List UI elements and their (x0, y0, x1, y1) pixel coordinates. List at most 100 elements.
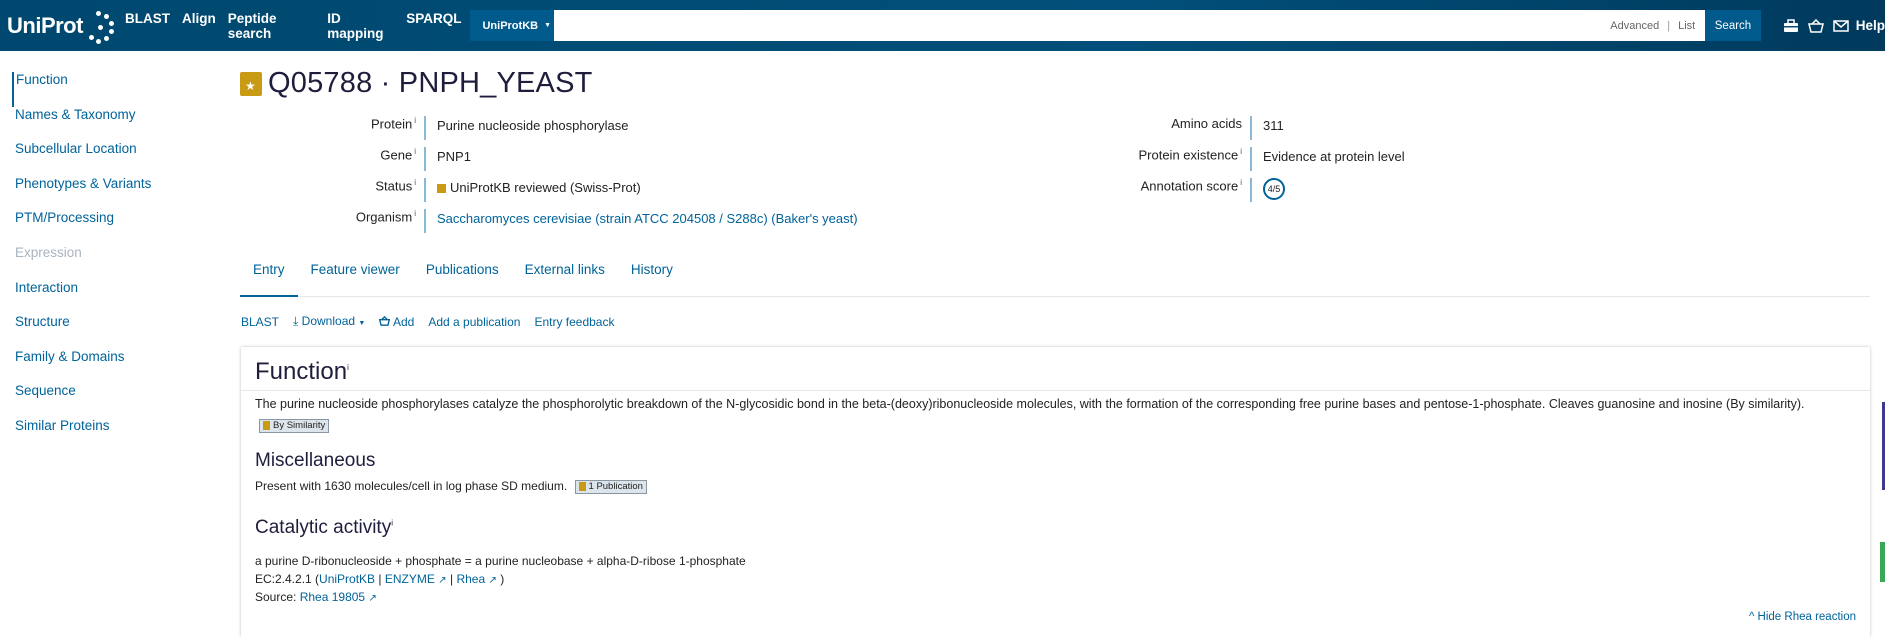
tab-external-links[interactable]: External links (512, 257, 618, 297)
sidebar-item-structure[interactable]: Structure (0, 314, 200, 349)
rhea-link[interactable]: Rhea ↗ (456, 572, 496, 586)
catalytic-activity-heading: Catalytic activityi (255, 517, 393, 538)
caret-down-icon: ▼ (544, 22, 552, 29)
divider: | (1667, 19, 1671, 32)
external-link-icon: ↗ (438, 575, 447, 586)
info-row-amino-acids: Amino acids 311 (1120, 116, 1405, 147)
entry-feedback-button[interactable]: Entry feedback (534, 315, 614, 329)
nav-align[interactable]: Align (182, 11, 216, 41)
advanced-search-link[interactable]: Advanced (1610, 20, 1659, 32)
bookmark-icon (263, 420, 270, 430)
help-widget-edge[interactable] (1880, 542, 1885, 582)
chevron-up-icon: ^ (1748, 611, 1755, 623)
rhea-source-link[interactable]: Rhea 19805 ↗ (300, 590, 377, 604)
organism-link[interactable]: Saccharomyces cerevisiae (strain ATCC 20… (437, 211, 858, 226)
function-description: The purine nucleoside phosphorylases cat… (255, 397, 1805, 433)
miscellaneous-heading: Miscellaneous (255, 450, 376, 471)
sidebar-item-similar-proteins[interactable]: Similar Proteins (0, 418, 200, 453)
status-value: UniProtKB reviewed (Swiss-Prot) (424, 178, 641, 202)
entry-actions: BLAST ⤓ Download ▼ Add Add a publication… (241, 314, 614, 329)
divider: | (378, 572, 382, 586)
enzyme-link[interactable]: ENZYME ↗ (385, 572, 447, 586)
info-icon[interactable]: i (414, 147, 416, 156)
entry-summary-right: Amino acids 311 Protein existence i Evide… (1120, 116, 1405, 209)
external-link-icon: ↗ (488, 575, 497, 586)
info-icon[interactable]: i (414, 178, 416, 187)
info-label: Protein i (371, 116, 416, 132)
info-label: Gene i (380, 147, 416, 163)
tab-entry[interactable]: Entry (240, 257, 298, 297)
sidebar-item-function[interactable]: Function (12, 72, 200, 107)
nav-sparql[interactable]: SPARQL (406, 11, 461, 41)
tab-feature-viewer[interactable]: Feature viewer (298, 257, 413, 297)
page-title: Q05788 · PNPH_YEAST (268, 67, 593, 99)
annotation-score-value: 4/5 (1250, 178, 1285, 202)
info-icon[interactable]: i (414, 116, 416, 125)
info-row-protein-existence: Protein existence i Evidence at protein l… (1120, 147, 1405, 178)
source-line: Source: Rhea 19805 ↗ (255, 590, 377, 604)
caret-down-icon: ▼ (358, 320, 366, 327)
nav-id-mapping[interactable]: ID mapping (327, 11, 394, 41)
reviewed-icon (437, 184, 446, 194)
entry-title-row: Q05788 · PNPH_YEAST (240, 67, 593, 100)
basket-icon (379, 315, 391, 326)
info-label: Organism i (355, 209, 416, 225)
info-icon[interactable]: i (1240, 178, 1242, 187)
list-search-link[interactable]: List (1678, 20, 1695, 32)
info-row-protein: Protein i Purine nucleoside phosphorylase (300, 116, 858, 147)
uniprotkb-link[interactable]: UniProtKB (319, 572, 375, 586)
divider: | (449, 572, 454, 586)
hide-rhea-reaction-button[interactable]: ^ Hide Rhea reaction (1749, 611, 1856, 623)
top-nav: BLAST Align Peptide search ID mapping SP… (125, 11, 462, 41)
download-icon: ⤓ (293, 314, 299, 328)
info-row-status: Status i UniProtKB reviewed (Swiss-Prot) (300, 178, 858, 209)
bookmark-icon (578, 481, 586, 491)
basket-icon[interactable] (1807, 18, 1824, 33)
info-row-organism: Organism i Saccharomyces cerevisiae (stra… (300, 209, 858, 240)
info-row-gene: Gene i PNP1 (300, 147, 858, 178)
info-icon[interactable]: i (1240, 147, 1242, 156)
info-icon[interactable]: i (414, 209, 416, 218)
tab-publications[interactable]: Publications (413, 257, 512, 297)
publication-tag[interactable]: 1 Publication (574, 479, 647, 494)
gene-name: PNP1 (424, 147, 471, 171)
section-sidebar: Function Names & Taxonomy Subcellular Lo… (0, 72, 200, 453)
ec-line: EC:2.4.2.1 (UniProtKB | ENZYME ↗ | Rhea … (255, 572, 505, 586)
uniprot-logo[interactable]: UniProt (7, 8, 114, 44)
tab-history[interactable]: History (618, 257, 686, 297)
info-label: Protein existence i (1138, 147, 1242, 163)
search-button[interactable]: Search (1705, 10, 1761, 41)
add-to-basket-button[interactable]: Add (379, 315, 414, 329)
sidebar-item-sequence[interactable]: Sequence (0, 383, 200, 418)
info-icon[interactable]: i (391, 519, 393, 528)
sidebar-item-ptm-processing[interactable]: PTM/Processing (0, 210, 200, 245)
database-select[interactable]: UniProtKB ▼ (470, 10, 555, 41)
sidebar-item-subcellular-location[interactable]: Subcellular Location (0, 141, 200, 176)
blast-button[interactable]: BLAST (241, 315, 279, 329)
download-button[interactable]: ⤓ Download ▼ (293, 314, 365, 329)
entry-summary-left: Protein i Purine nucleoside phosphorylase… (300, 116, 858, 240)
info-label: Annotation score i (1140, 178, 1242, 194)
info-icon[interactable]: i (347, 363, 349, 372)
nav-blast[interactable]: BLAST (125, 11, 170, 41)
help-link[interactable]: Help (1856, 18, 1885, 33)
sidebar-item-family-domains[interactable]: Family & Domains (0, 349, 200, 384)
nav-peptide-search[interactable]: Peptide search (228, 11, 316, 41)
toolbox-icon[interactable] (1783, 18, 1799, 33)
external-link-icon: ↗ (368, 593, 377, 604)
info-row-annotation-score: Annotation score i 4/5 (1120, 178, 1405, 209)
protein-name: Purine nucleoside phosphorylase (424, 116, 629, 140)
sidebar-item-phenotypes-variants[interactable]: Phenotypes & Variants (0, 176, 200, 211)
amino-acid-count: 311 (1250, 116, 1284, 140)
header-icons (1783, 18, 1849, 33)
info-label: Status i (375, 178, 416, 194)
evidence-tag[interactable]: By Similarity (259, 418, 330, 433)
mail-icon[interactable] (1832, 19, 1849, 33)
miscellaneous-text: Present with 1630 molecules/cell in log … (255, 479, 647, 494)
add-publication-button[interactable]: Add a publication (428, 315, 520, 329)
sidebar-item-names-taxonomy[interactable]: Names & Taxonomy (0, 107, 200, 142)
function-card: Functioni The purine nucleoside phosphor… (241, 347, 1870, 637)
divider (241, 390, 1870, 391)
sidebar-item-interaction[interactable]: Interaction (0, 280, 200, 315)
search-input[interactable]: Advanced | List (554, 10, 1706, 41)
